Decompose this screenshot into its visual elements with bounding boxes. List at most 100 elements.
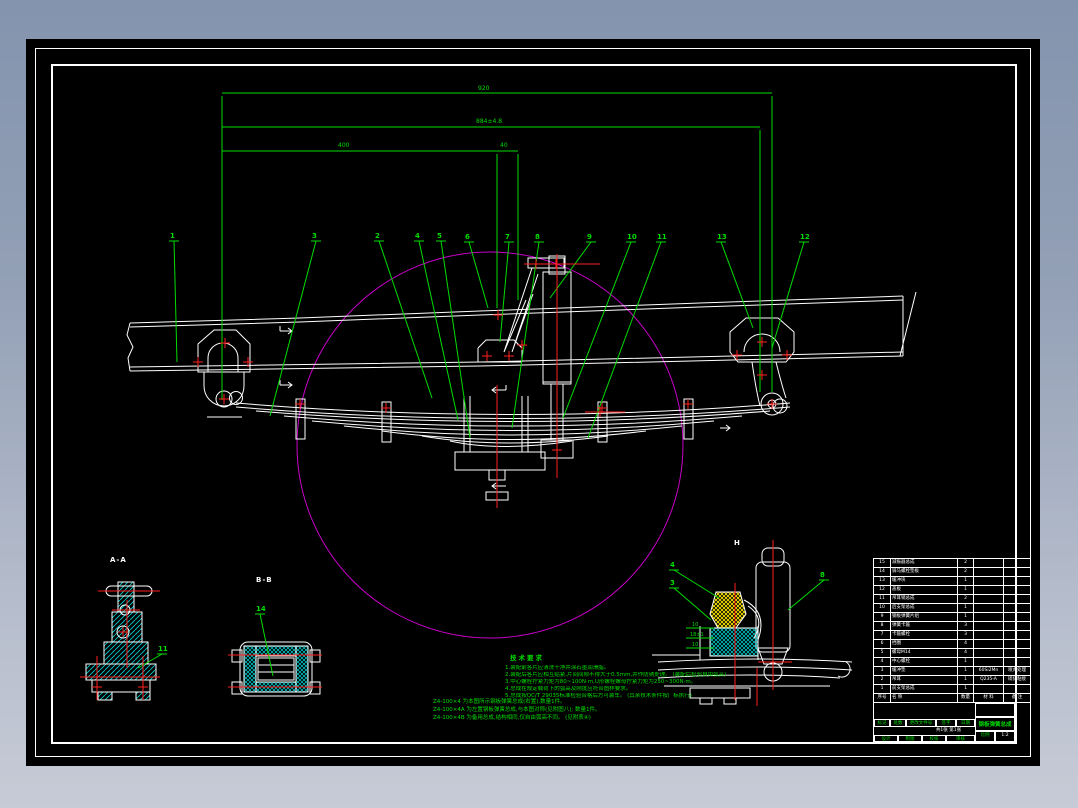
bom-cell [1003, 630, 1031, 640]
balloon-leader [436, 240, 471, 439]
hdim-top: 10 [692, 622, 699, 628]
bom-cell [1003, 648, 1031, 658]
bom-cell: Q235-A [973, 675, 1004, 685]
balloon-8: 8 [535, 233, 540, 241]
table-row: 10 后支架总成 1 [873, 603, 1031, 613]
bom-cell: 1 [957, 612, 974, 622]
bom-cell: 喷丸处理 [1003, 666, 1031, 676]
notes-header: 技术要求 [510, 654, 544, 662]
revision-cell: 签字 [936, 719, 956, 727]
table-row: 6 挡圈 4 [873, 639, 1031, 649]
dim-span: 884±4.8 [476, 118, 503, 125]
bom-cell: 盖板 [890, 585, 958, 595]
balloon-leader [716, 241, 754, 329]
dim-front-half: 400 [338, 142, 350, 149]
hdim-bottom: 10 [692, 642, 699, 648]
balloon-leader [669, 569, 720, 599]
scale-value: 1:2 [995, 731, 1015, 743]
table-row: 8 弹簧卡箍 3 [873, 621, 1031, 631]
table-row: 5 螺母M14 4 [873, 648, 1031, 658]
bom-cell: 3 [873, 666, 891, 676]
bom-cell: 12 [873, 585, 891, 595]
bom-cell: 1 [957, 603, 974, 613]
balloon-leader [669, 587, 712, 621]
bom-cell: 2 [957, 594, 974, 604]
bom-cell [1003, 576, 1031, 586]
main-view-geometry [126, 255, 917, 501]
variant-note-line: Z4-100×4B 为备用总成,结构相同,仅自由弧高不同。 (见附表④) [433, 715, 591, 721]
bom-cell [1003, 621, 1031, 631]
balloon-leader [771, 241, 809, 349]
table-row: 3 缓冲垫 1 60Si2Mn 喷丸处理 [873, 666, 1031, 676]
table-row: 4 中心螺栓 1 [873, 657, 1031, 667]
balloon-leader [269, 240, 321, 417]
bom-cell: 5 [873, 648, 891, 658]
balloon-13: 13 [717, 233, 727, 241]
revision-cell: 日期 [956, 719, 975, 727]
balloon-5: 5 [437, 232, 442, 240]
balloon-1: 1 [170, 232, 175, 240]
table-row: 12 盖板 1 [873, 585, 1031, 595]
bom-cell [973, 585, 1004, 595]
bom-cell: 弹簧卡箍 [890, 621, 958, 631]
dim-overall-length: 920 [478, 85, 490, 92]
balloon-leader [414, 240, 459, 421]
bom-cell: 4 [957, 648, 974, 658]
bom-cell: 吊耳销总成 [890, 594, 958, 604]
note-line: 4.总成在规定载荷下的弧高及刚度应符合图样要求。 [505, 686, 632, 692]
detail-b-geometry [231, 641, 321, 697]
bom-cell: 8 [873, 621, 891, 631]
note-line: 2.装配后各片应相互贴紧,片间间隙不得大于0.5mm,并作防锈处理。 (装配后检… [505, 672, 727, 678]
bom-cell [973, 612, 1004, 622]
bom-cell [1003, 558, 1031, 568]
bom-cell: 后支架总成 [890, 603, 958, 613]
stage-mark-cell [975, 703, 1015, 717]
bom-cell [973, 630, 1004, 640]
bom-cell [973, 648, 1004, 658]
bom-cell: 1 [957, 576, 974, 586]
balloon-10: 10 [627, 233, 637, 241]
bom-cell [1003, 657, 1031, 667]
bom-cell: 卡箍螺栓 [890, 630, 958, 640]
bom-cell [1003, 603, 1031, 613]
balloon-8: 8 [820, 571, 825, 579]
table-row: 1 前支架总成 1 [873, 684, 1031, 694]
variant-notes: Z4-100×4 为本图所示钢板弹簧总成(右置),数量1件。 Z4-100×4A … [433, 698, 601, 722]
bom-cell: 1 [957, 585, 974, 595]
revision-cell: 处数 [890, 719, 906, 727]
revision-cell: 更改文件号 [906, 719, 936, 727]
balloon-14: 14 [256, 605, 266, 613]
bom-cell: 挡圈 [890, 639, 958, 649]
sheet-count: 共1张 第1张 [935, 728, 962, 733]
bom-cell: 缓冲块 [890, 576, 958, 586]
bom-cell: 1 [957, 657, 974, 667]
note-line: 1.装配前各片应清洗干净并涂石墨润滑脂。 [505, 665, 610, 671]
balloon-3: 3 [670, 579, 675, 587]
balloon-7: 7 [505, 233, 510, 241]
bom-cell [1003, 639, 1031, 649]
table-row: 2 吊耳 1 Q235-A 硫化粘接 [873, 675, 1031, 685]
bom-cell: 15 [873, 558, 891, 568]
cad-viewport: 920 884±4.8 400 40 10 18±1 10 A-A B-B H … [0, 0, 1078, 808]
variant-note-line: Z4-100×4 为本图所示钢板弹簧总成(右置),数量1件。 [433, 699, 566, 705]
balloon-leader [562, 241, 636, 419]
bom-cell [973, 576, 1004, 586]
balloon-leader [169, 240, 179, 363]
bom-cell: 3 [957, 630, 974, 640]
bom-cell: 1 [957, 684, 974, 694]
balloon-12: 12 [800, 233, 810, 241]
bom-cell: 2 [873, 675, 891, 685]
balloon-4: 4 [415, 232, 420, 240]
bom-cell [973, 657, 1004, 667]
bom-cell: 10 [873, 603, 891, 613]
revision-cell: 标记 [874, 719, 890, 727]
bom-cell: 2 [957, 567, 974, 577]
bom-cell [1003, 594, 1031, 604]
table-row: 13 缓冲块 1 [873, 576, 1031, 586]
signature-cell: 制图 [898, 735, 922, 743]
table-row: 11 吊耳销总成 2 [873, 594, 1031, 604]
bom-cell: 1 [873, 684, 891, 694]
bom-cell: 3 [957, 621, 974, 631]
bom-cell: 7 [873, 630, 891, 640]
bom-cell: 2 [957, 558, 974, 568]
